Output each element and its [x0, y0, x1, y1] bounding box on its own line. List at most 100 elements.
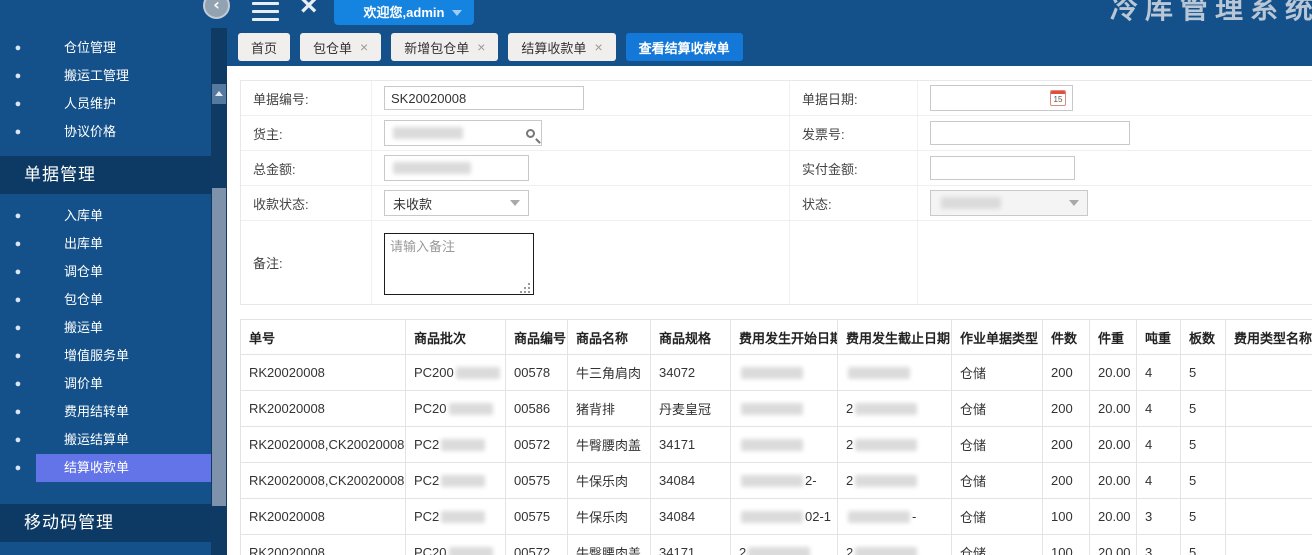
calendar-icon[interactable]: 15: [1050, 90, 1066, 106]
table-row: RK20020008PC200575牛保乐肉3408402-1-仓储10020.…: [241, 499, 1312, 535]
table-cell: 20.00: [1090, 427, 1137, 463]
sidebar-item[interactable]: ●调价单: [0, 370, 211, 398]
status-select[interactable]: [930, 190, 1088, 216]
collapse-sidebar-icon[interactable]: ‹: [203, 0, 230, 19]
sidebar-item-label: 仓位管理: [36, 34, 211, 62]
table-cell: 3: [1137, 535, 1181, 555]
sidebar-item[interactable]: ●人员维护: [0, 90, 211, 118]
table-cell: 牛三角肩肉: [568, 355, 651, 391]
bullet-icon: ●: [0, 378, 36, 390]
sidebar-item-label: 调价单: [36, 370, 211, 398]
scroll-up-icon[interactable]: [212, 84, 226, 104]
sidebar-item[interactable]: ●增值服务单: [0, 342, 211, 370]
sidebar-item[interactable]: ●包仓单: [0, 286, 211, 314]
column-header: 费用类型名称: [1226, 320, 1312, 355]
search-icon[interactable]: [526, 129, 535, 138]
table-cell: 100: [1043, 535, 1090, 555]
user-menu-button[interactable]: 欢迎您,admin: [334, 0, 474, 25]
sidebar-item[interactable]: ●搬运结算单: [0, 426, 211, 454]
column-header: 商品名称: [568, 320, 651, 355]
menu-icon[interactable]: [252, 0, 279, 21]
table-cell: 200: [1043, 355, 1090, 391]
paid-amount-label: 实付金额:: [789, 151, 917, 186]
table-cell: 5: [1181, 391, 1226, 427]
table-cell: 2: [838, 535, 952, 555]
column-header: 作业单据类型: [952, 320, 1043, 355]
payment-status-select[interactable]: 未收款: [384, 190, 529, 216]
sidebar-item[interactable]: ●仓位管理: [0, 34, 211, 62]
invoice-no-label: 发票号:: [789, 116, 917, 151]
top-bar: ‹ × 欢迎您,admin 冷库管理系统: [0, 0, 1312, 28]
tab-item[interactable]: 结算收款单×: [508, 33, 615, 61]
table-row: RK20020008,CK20020008PC200575牛保乐肉340842-…: [241, 463, 1312, 499]
sidebar-item[interactable]: ●协议价格: [0, 118, 211, 146]
paid-amount-input[interactable]: [930, 156, 1075, 180]
column-header: 商品批次: [406, 320, 506, 355]
remark-textarea[interactable]: [384, 233, 534, 295]
sidebar-scrollbar[interactable]: [211, 28, 227, 555]
bullet-icon: ●: [0, 126, 36, 138]
sidebar-item[interactable]: ●结算收款单: [0, 454, 211, 482]
tab-close-icon[interactable]: ×: [594, 40, 602, 54]
tab-close-icon[interactable]: ×: [477, 40, 485, 54]
invoice-no-input[interactable]: [930, 121, 1130, 145]
bullet-icon: ●: [0, 238, 36, 250]
sidebar-item[interactable]: ●搬运单: [0, 314, 211, 342]
table-cell: RK20020008: [241, 499, 406, 535]
detail-table: 单号商品批次商品编号商品名称商品规格费用发生开始日期费用发生截止日期作业单据类型…: [240, 319, 1312, 555]
sidebar-item[interactable]: ●移动码标签发行: [0, 550, 211, 555]
sidebar-section-header: 移动码管理: [0, 504, 211, 542]
table-cell: 2: [838, 463, 952, 499]
bullet-icon: ●: [0, 42, 36, 54]
table-cell: [1226, 499, 1312, 535]
table-cell: 00572: [506, 535, 568, 555]
redacted-blur: [855, 403, 917, 415]
sidebar-item-label: 搬运结算单: [36, 426, 211, 454]
sidebar: ●仓位管理●搬运工管理●人员维护●协议价格单据管理●入库单●出库单●调仓单●包仓…: [0, 28, 211, 555]
column-header: 吨重: [1137, 320, 1181, 355]
table-cell: 2: [731, 535, 838, 555]
sidebar-item[interactable]: ●出库单: [0, 230, 211, 258]
sidebar-item[interactable]: ●入库单: [0, 202, 211, 230]
tab-close-icon[interactable]: ×: [360, 40, 368, 54]
sidebar-item[interactable]: ●搬运工管理: [0, 62, 211, 90]
tab-item[interactable]: 首页: [238, 33, 290, 61]
table-cell: [838, 355, 952, 391]
table-cell: 3: [1137, 499, 1181, 535]
table-cell: [1226, 391, 1312, 427]
tab-item[interactable]: 查看结算收款单: [626, 33, 743, 61]
redacted-blur: [449, 547, 493, 555]
owner-input[interactable]: [384, 120, 542, 146]
doc-no-label: 单据编号:: [241, 81, 371, 116]
redacted-blur: [456, 367, 500, 379]
sidebar-item[interactable]: ●调仓单: [0, 258, 211, 286]
table-cell: 4: [1137, 355, 1181, 391]
bullet-icon: ●: [0, 294, 36, 306]
resize-handle-icon[interactable]: [528, 291, 530, 293]
chevron-down-icon: [1069, 200, 1079, 206]
table-cell: RK20020008,CK20020008: [241, 463, 406, 499]
tab-bar: 首页包仓单× 新增包仓单× 结算收款单× 查看结算收款单: [227, 28, 1312, 66]
table-cell: 20.00: [1090, 355, 1137, 391]
scrollbar-thumb[interactable]: [212, 188, 226, 506]
doc-no-input[interactable]: [384, 86, 584, 110]
table-cell: 2: [838, 427, 952, 463]
table-cell: 34072: [651, 355, 731, 391]
tab-item[interactable]: 新增包仓单×: [391, 33, 498, 61]
sidebar-item-label: 移动码标签发行: [36, 550, 211, 555]
table-cell: 牛臀腰肉盖: [568, 535, 651, 555]
tab-item[interactable]: 包仓单×: [300, 33, 381, 61]
table-cell: RK20020008,CK20020008: [241, 427, 406, 463]
table-cell: 34171: [651, 427, 731, 463]
sidebar-item[interactable]: ●费用结转单: [0, 398, 211, 426]
table-row: RK20020008PC2000586猪背排丹麦皇冠2仓储20020.0045: [241, 391, 1312, 427]
table-cell: 34084: [651, 463, 731, 499]
table-cell: 00575: [506, 463, 568, 499]
total-amount-input[interactable]: [384, 155, 529, 181]
table-cell: [731, 427, 838, 463]
table-cell: PC2: [406, 463, 506, 499]
table-row: RK20020008PC20000578牛三角肩肉34072仓储20020.00…: [241, 355, 1312, 391]
close-icon[interactable]: ×: [300, 0, 318, 23]
redacted-blur: [855, 475, 917, 487]
doc-date-input[interactable]: 15: [930, 85, 1073, 111]
